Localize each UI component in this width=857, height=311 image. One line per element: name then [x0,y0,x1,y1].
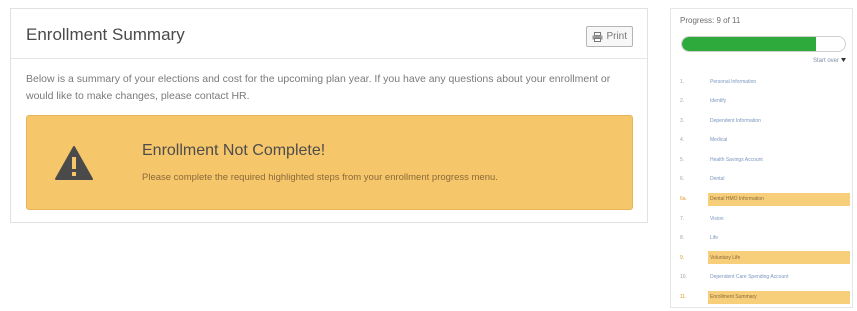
progress-step-number: 6a. [680,196,687,203]
enrollment-alert: Enrollment Not Complete! Please complete… [26,115,633,210]
progress-bar-fill [682,37,816,51]
start-over-link[interactable]: Start over [813,58,846,64]
progress-step-label: Dental [710,176,725,183]
print-button[interactable]: Print [586,26,633,47]
progress-step-number: 9. [680,254,685,261]
progress-step-label: Dependent Information [710,117,761,124]
progress-step-number: 2. [680,98,685,105]
progress-step-label: Vision [710,215,724,222]
progress-step[interactable]: 5. Health Savings Account [680,153,850,166]
progress-step[interactable]: 4. Medical [680,134,850,147]
progress-step-label: Dependent Care Spending Account [710,274,789,281]
progress-step-label: Enrollment Summary [710,294,757,301]
progress-step[interactable]: 8. Life [680,232,850,245]
progress-step-number: 10. [680,274,687,281]
chevron-down-icon [841,58,846,64]
progress-step-label: Dental HMO Information [710,196,764,203]
progress-title: Progress: 9 of 11 [680,16,741,25]
progress-step[interactable]: 1. Personal Information [680,75,850,88]
warning-icon [55,146,93,185]
card-header: Enrollment Summary Print [11,9,647,59]
progress-steps-list: 1. Personal Information 2. Identify 3. Depend… [680,75,850,310]
alert-message: Please complete the required highlighted… [142,172,498,183]
page-title: Enrollment Summary [26,25,185,44]
progress-step-label: Identify [710,98,727,105]
progress-step-number: 8. [680,235,685,242]
progress-step[interactable]: 6. Dental [680,173,850,186]
alert-title: Enrollment Not Complete! [142,142,326,159]
progress-step-number: 11. [680,294,687,301]
progress-step-number: 1. [680,78,685,85]
progress-step-number: 7. [680,215,685,222]
progress-panel: Progress: 9 of 11 Start over 1. Personal … [670,8,853,308]
progress-step-label: Life [710,235,719,242]
progress-step[interactable]: 6a. Dental HMO Information [680,192,850,206]
progress-step-number: 5. [680,156,685,163]
progress-step[interactable]: 10. Dependent Care Spending Account [680,271,850,284]
start-over-label: Start over [812,58,839,64]
progress-step-number: 3. [680,117,685,124]
progress-step[interactable]: 7. Vision [680,212,850,225]
progress-step[interactable]: 11. Enrollment Summary [680,290,850,304]
summary-intro-text: Below is a summary of your elections and… [26,73,611,102]
progress-step[interactable]: 9. Voluntary Life [680,251,850,265]
progress-step[interactable]: 2. Identify [680,95,850,108]
progress-bar [681,36,846,52]
progress-step-label: Medical [710,137,728,144]
progress-step-number: 4. [680,137,685,144]
enrollment-summary-card: Enrollment Summary Print Below is a summ… [10,8,648,223]
progress-step-number: 6. [680,176,685,183]
print-label: Print [606,31,627,42]
progress-step-label: Voluntary Life [710,254,741,261]
progress-step-label: Health Savings Account [710,156,763,163]
progress-step[interactable]: 3. Dependent Information [680,114,850,127]
printer-icon [592,31,603,42]
progress-step-label: Personal Information [710,78,757,85]
